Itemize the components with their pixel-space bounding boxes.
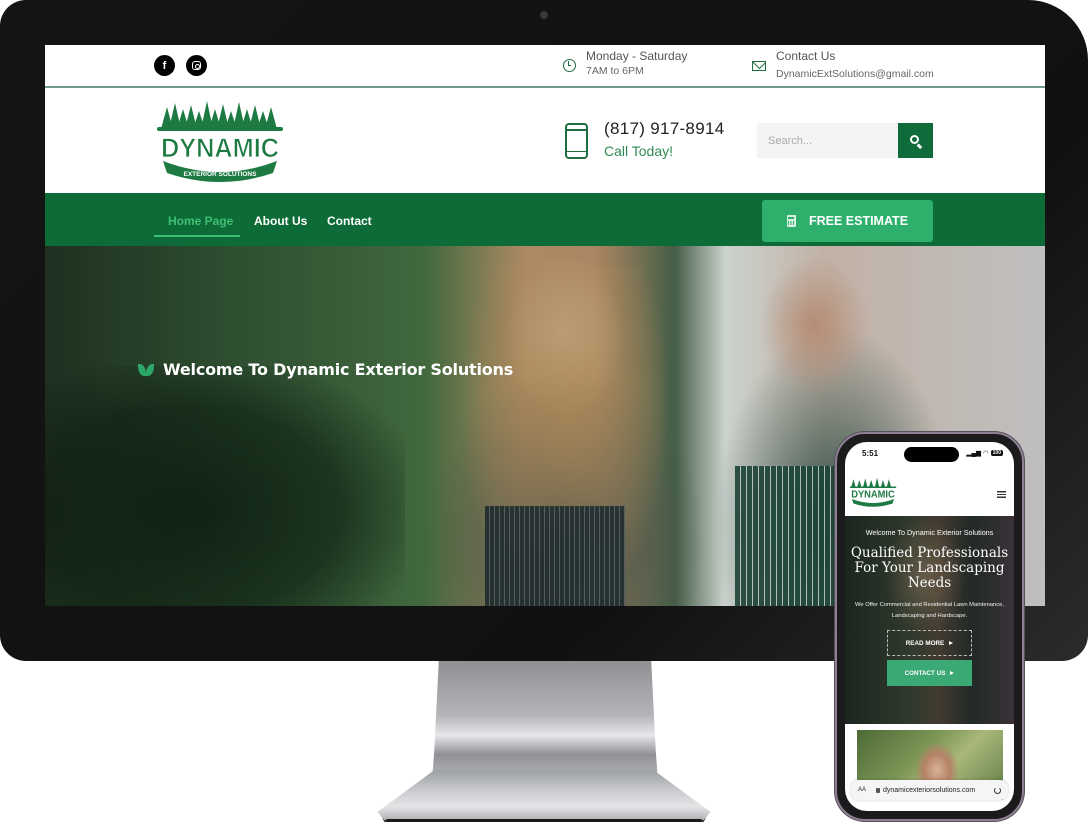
- instagram-link[interactable]: [186, 55, 207, 76]
- tree-line-icon: [157, 101, 283, 131]
- smartphone-icon: [565, 123, 588, 159]
- battery-icon: 100: [990, 450, 1003, 456]
- monitor-stand-base: [378, 770, 710, 822]
- mobile-welcome: Welcome To Dynamic Exterior Solutions: [865, 528, 994, 537]
- monitor-stand-neck: [432, 661, 658, 781]
- mobile-logo-wordmark: DYNAMIC: [851, 490, 895, 501]
- play-arrow-icon: [950, 671, 955, 675]
- clock-icon-wrap: [562, 58, 576, 72]
- play-arrow-icon: [949, 641, 954, 645]
- business-hours: Monday - Saturday 7AM to 6PM: [562, 49, 687, 78]
- hours-text: Monday - Saturday 7AM to 6PM: [586, 49, 687, 78]
- active-nav-underline: [154, 235, 240, 237]
- contact-email-link[interactable]: DynamicExtSolutions@gmail.com: [776, 68, 934, 80]
- facebook-icon: f: [162, 59, 167, 72]
- camera-dot: [540, 11, 548, 19]
- contact-us-button[interactable]: CONTACT US: [887, 660, 972, 686]
- read-more-button[interactable]: READ MORE: [887, 630, 972, 656]
- hamburger-menu-icon[interactable]: [997, 491, 1006, 498]
- mobile-hero: Welcome To Dynamic Exterior Solutions Qu…: [845, 516, 1014, 724]
- hero-welcome-text: Welcome To Dynamic Exterior Solutions: [163, 360, 514, 379]
- site-header: DYNAMIC EXTERIOR SOLUTIONS (817) 917-891…: [45, 90, 1045, 193]
- nav-contact[interactable]: Contact: [327, 214, 372, 228]
- nav-home-page[interactable]: Home Page: [168, 214, 233, 228]
- contact-info: Contact Us DynamicExtSolutions@gmail.com: [752, 49, 934, 82]
- logo-wordmark: DYNAMIC: [161, 133, 279, 163]
- facebook-link[interactable]: f: [154, 55, 175, 76]
- browser-url-bar[interactable]: AA dynamicexteriorsolutions.com: [851, 780, 1008, 800]
- mobile-logo[interactable]: DYNAMIC: [849, 476, 897, 508]
- mobile-screen: 5:51 ▂▄▆ ◠ 100 DYNAMIC Welcome To Dynami…: [845, 442, 1014, 811]
- wifi-icon: ◠: [982, 450, 989, 457]
- free-estimate-button[interactable]: FREE ESTIMATE: [762, 200, 933, 242]
- reload-icon[interactable]: [994, 786, 1001, 794]
- top-bar: f Monday - Saturday 7AM to 6PM Contact U…: [45, 45, 1045, 88]
- search-icon: [910, 135, 919, 144]
- main-nav: Home Page About Us Contact FREE ESTIMATE: [45, 193, 1045, 246]
- free-estimate-label: FREE ESTIMATE: [808, 214, 909, 228]
- calculator-icon: [786, 215, 796, 227]
- logo-tagline: EXTERIOR SOLUTIONS: [184, 171, 258, 178]
- nav-about-us[interactable]: About Us: [254, 214, 307, 228]
- hours-subtitle: 7AM to 6PM: [586, 65, 644, 77]
- leaf-icon: [138, 363, 154, 377]
- dynamic-island: [904, 447, 959, 462]
- signal-icon: ▂▄▆: [966, 450, 981, 457]
- hero-welcome: Welcome To Dynamic Exterior Solutions: [138, 360, 513, 379]
- read-more-label: READ MORE: [905, 639, 945, 647]
- contact-title: Contact Us: [776, 49, 836, 63]
- mobile-hero-title: Qualified Professionals For Your Landsca…: [850, 545, 1009, 591]
- phone-frame: 5:51 ▂▄▆ ◠ 100 DYNAMIC Welcome To Dynami…: [835, 432, 1024, 821]
- mail-icon: [752, 61, 766, 71]
- lock-icon: [876, 787, 880, 793]
- mobile-header: DYNAMIC: [845, 466, 1014, 516]
- status-icons: ▂▄▆ ◠ 100: [966, 449, 1003, 457]
- contact-text: Contact Us DynamicExtSolutions@gmail.com: [776, 49, 934, 82]
- phone-number-link[interactable]: (817) 917-8914: [604, 119, 724, 139]
- call-today-label: Call Today!: [604, 143, 674, 159]
- monitor-stand-foot: [386, 819, 702, 822]
- status-bar: 5:51 ▂▄▆ ◠ 100: [845, 442, 1014, 466]
- dynamic-logo[interactable]: DYNAMIC EXTERIOR SOLUTIONS: [155, 99, 285, 185]
- url-text: dynamicexteriorsolutions.com: [883, 786, 976, 794]
- mobile-hero-description: We Offer Commercial and Residential Lawn…: [855, 602, 1004, 619]
- hours-title: Monday - Saturday: [586, 49, 688, 63]
- text-size-button[interactable]: AA: [858, 787, 876, 793]
- mail-icon-wrap: [752, 58, 766, 72]
- status-time: 5:51: [862, 449, 879, 458]
- search-button[interactable]: [898, 123, 933, 158]
- contact-us-label: CONTACT US: [904, 669, 946, 677]
- instagram-icon: [192, 61, 201, 70]
- clock-icon: [562, 58, 576, 72]
- search-input[interactable]: [757, 123, 898, 158]
